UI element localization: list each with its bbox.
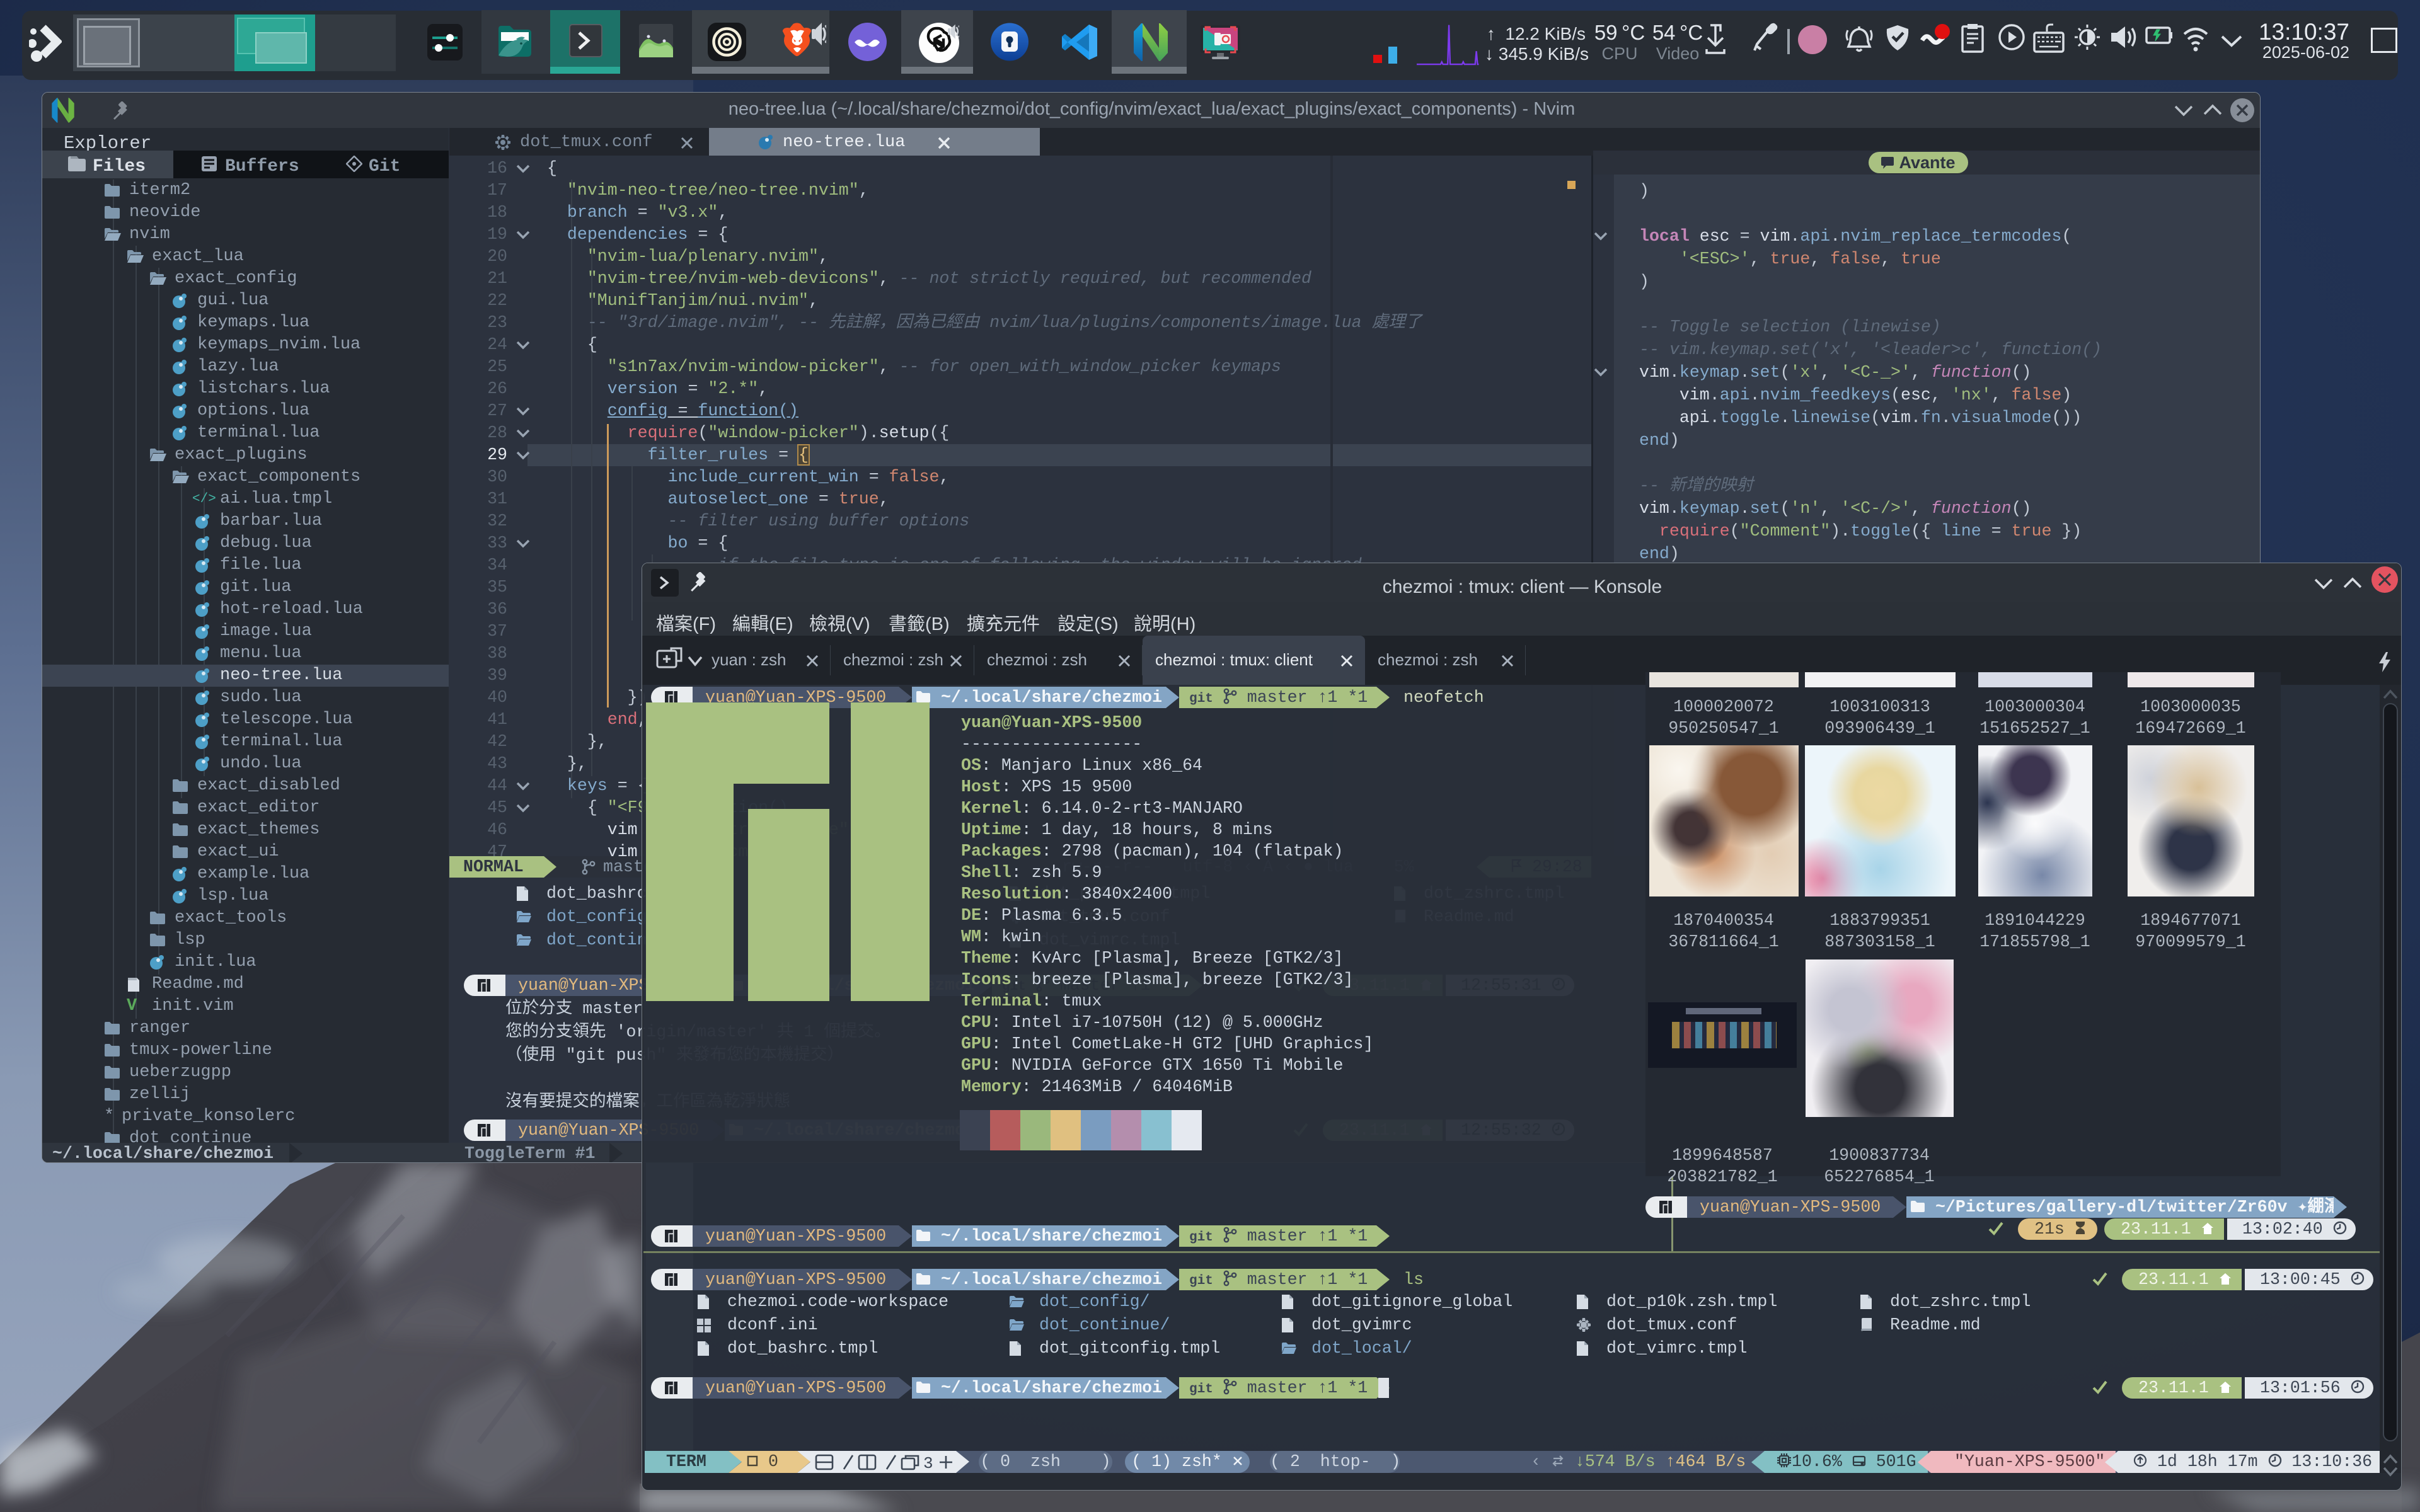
svg-text:3: 3	[923, 1454, 933, 1472]
